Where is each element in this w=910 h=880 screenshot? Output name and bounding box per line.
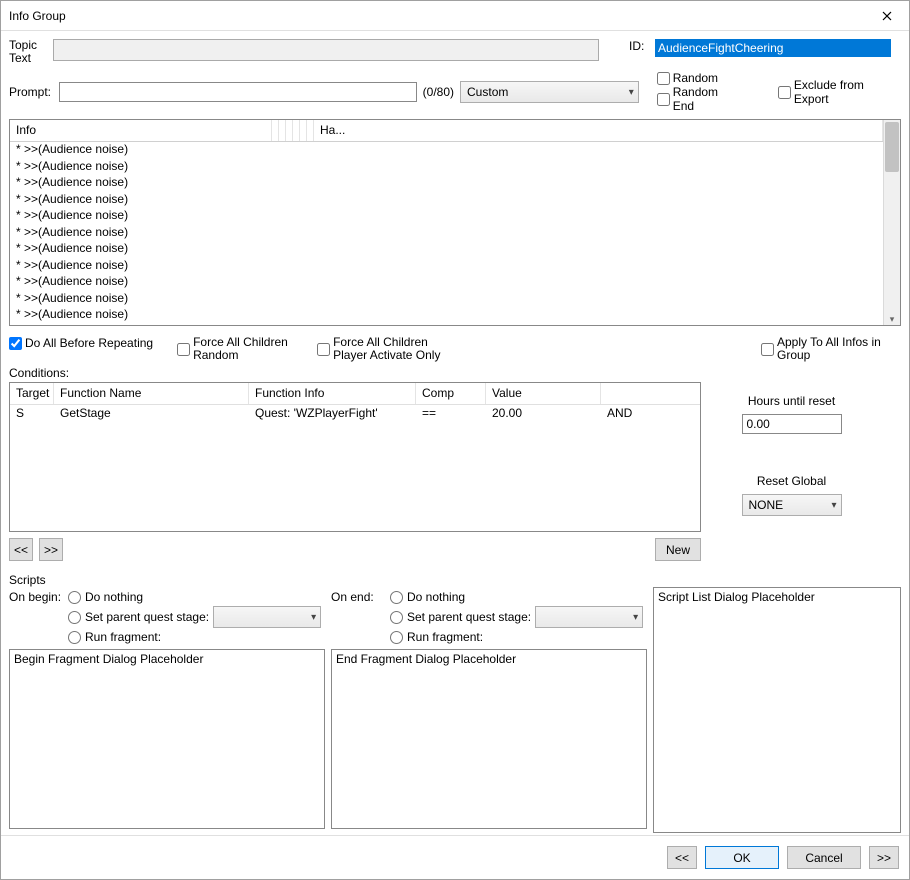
chevron-down-icon: ▾ bbox=[633, 612, 638, 623]
begin-fragment-placeholder[interactable]: Begin Fragment Dialog Placeholder bbox=[9, 649, 325, 829]
exclude-export-checkbox[interactable]: Exclude from Export bbox=[778, 78, 901, 106]
prompt-input[interactable] bbox=[59, 82, 417, 102]
condition-row[interactable]: S GetStage Quest: 'WZPlayerFight' == 20.… bbox=[10, 405, 700, 423]
hours-until-reset-label: Hours until reset bbox=[748, 394, 835, 408]
on-begin-stage-radio[interactable] bbox=[68, 611, 81, 624]
do-all-checkbox[interactable]: Do All Before Repeating bbox=[9, 336, 153, 350]
on-end-stage-radio[interactable] bbox=[390, 611, 403, 624]
on-end-nothing-radio[interactable] bbox=[390, 591, 403, 604]
info-row[interactable]: * >>(Audience noise) bbox=[10, 142, 883, 159]
conditions-header: Target Function Name Function Info Comp … bbox=[10, 383, 700, 405]
bottom-bar: << OK Cancel >> bbox=[1, 835, 909, 879]
info-list-scrollbar[interactable]: ▴ ▾ bbox=[883, 120, 900, 325]
end-fragment-placeholder[interactable]: End Fragment Dialog Placeholder bbox=[331, 649, 647, 829]
random-checkbox[interactable]: Random bbox=[657, 71, 742, 85]
prompt-label: Prompt: bbox=[9, 85, 53, 99]
scripts-label: Scripts bbox=[9, 573, 901, 587]
info-list-header: Info Ha... bbox=[10, 120, 883, 142]
on-end-fragment-radio[interactable] bbox=[390, 631, 403, 644]
emotion-combo-value: Custom bbox=[467, 85, 508, 99]
info-row[interactable]: * >>(Audience noise) bbox=[10, 241, 883, 258]
info-header-info[interactable]: Info bbox=[10, 120, 272, 141]
cond-new-button[interactable]: New bbox=[655, 538, 701, 561]
reset-global-label: Reset Global bbox=[757, 474, 826, 488]
bottom-next-button[interactable]: >> bbox=[869, 846, 899, 869]
prompt-counter: (0/80) bbox=[423, 85, 454, 99]
chevron-down-icon: ▾ bbox=[629, 87, 634, 98]
conditions-table[interactable]: Target Function Name Function Info Comp … bbox=[9, 382, 701, 532]
info-header-ha[interactable]: Ha... bbox=[314, 120, 883, 141]
id-input[interactable] bbox=[655, 39, 891, 57]
info-row[interactable]: * >>(Audience noise) bbox=[10, 208, 883, 225]
info-group-window: Info Group Topic Text ID: Prompt: (0/80)… bbox=[0, 0, 910, 880]
cancel-button[interactable]: Cancel bbox=[787, 846, 861, 869]
info-row[interactable]: * >>(Audience noise) bbox=[10, 258, 883, 275]
script-list-placeholder[interactable]: Script List Dialog Placeholder bbox=[653, 587, 901, 833]
info-row[interactable]: * >>(Audience noise) bbox=[10, 291, 883, 308]
scroll-down-icon: ▾ bbox=[884, 314, 900, 325]
on-begin-fragment-radio[interactable] bbox=[68, 631, 81, 644]
id-label: ID: bbox=[629, 39, 651, 53]
topic-text-label: Topic Text bbox=[9, 39, 49, 65]
on-end-stage-combo[interactable]: ▾ bbox=[535, 606, 643, 628]
info-row[interactable]: * >>(Audience noise) bbox=[10, 159, 883, 176]
cond-next-button[interactable]: >> bbox=[39, 538, 63, 561]
cond-prev-button[interactable]: << bbox=[9, 538, 33, 561]
force-player-checkbox[interactable]: Force All Children Player Activate Only bbox=[317, 336, 463, 362]
info-row[interactable]: * >>(Audience noise) bbox=[10, 307, 883, 324]
info-row[interactable]: * >>(Audience noise) bbox=[10, 192, 883, 209]
force-random-checkbox[interactable]: Force All Children Random bbox=[177, 336, 293, 362]
emotion-combo[interactable]: Custom ▾ bbox=[460, 81, 639, 103]
info-row[interactable]: * >>(Audience noise) bbox=[10, 175, 883, 192]
window-title: Info Group bbox=[9, 9, 864, 23]
info-row[interactable]: * >>(Audience noise) bbox=[10, 274, 883, 291]
topic-text-field[interactable] bbox=[53, 39, 599, 61]
conditions-label: Conditions: bbox=[9, 366, 901, 380]
reset-global-combo[interactable]: NONE ▾ bbox=[742, 494, 842, 516]
bottom-prev-button[interactable]: << bbox=[667, 846, 697, 869]
chevron-down-icon: ▾ bbox=[831, 500, 836, 511]
titlebar: Info Group bbox=[1, 1, 909, 31]
on-end-label: On end: bbox=[331, 590, 386, 604]
on-begin-nothing-radio[interactable] bbox=[68, 591, 81, 604]
ok-button[interactable]: OK bbox=[705, 846, 779, 869]
on-begin-label: On begin: bbox=[9, 590, 64, 604]
apply-all-checkbox[interactable]: Apply To All Infos in Group bbox=[761, 336, 901, 362]
info-list[interactable]: Info Ha... * >>(Audience noise)* >>(Audi… bbox=[9, 119, 901, 326]
scroll-thumb[interactable] bbox=[885, 122, 899, 172]
close-icon bbox=[882, 11, 892, 21]
chevron-down-icon: ▾ bbox=[311, 612, 316, 623]
hours-until-reset-input[interactable]: 0.00 bbox=[742, 414, 842, 434]
info-row[interactable]: * >>(Audience noise) bbox=[10, 225, 883, 242]
close-button[interactable] bbox=[864, 1, 909, 30]
on-begin-stage-combo[interactable]: ▾ bbox=[213, 606, 321, 628]
random-end-checkbox[interactable]: Random End bbox=[657, 85, 742, 113]
